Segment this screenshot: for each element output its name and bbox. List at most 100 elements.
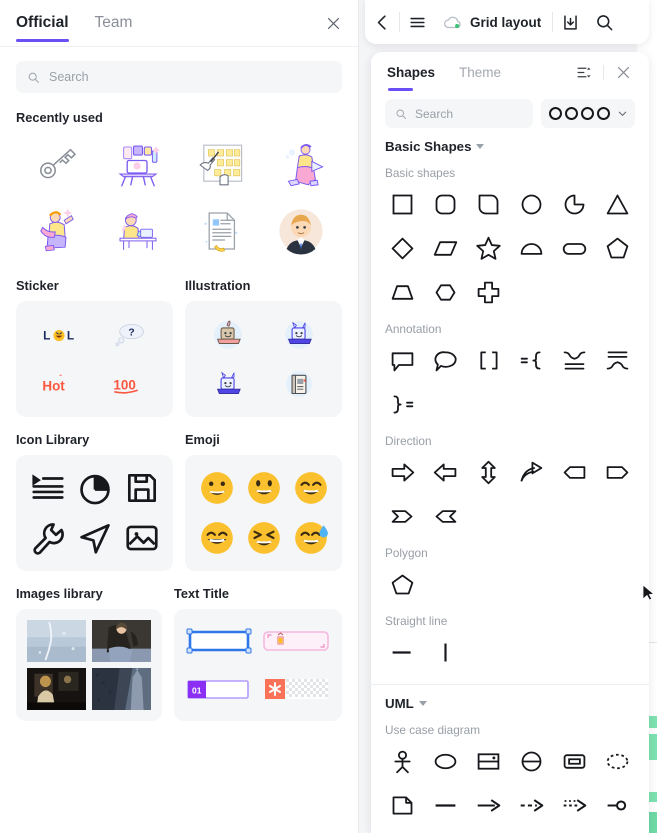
stroke-style-selector[interactable] <box>541 99 635 128</box>
shape-pie-arc[interactable] <box>553 182 596 226</box>
shape-chevron-arrow-left[interactable] <box>424 494 467 538</box>
hot-sticker[interactable]: Hot <box>25 360 94 408</box>
shape-uml-arrow[interactable] <box>467 783 510 827</box>
section-title-text-title: Text Title <box>174 586 229 601</box>
library-search-input[interactable]: Search <box>16 61 342 93</box>
shape-uml-dotted-arrow[interactable] <box>553 783 596 827</box>
shape-semicircle[interactable] <box>510 226 553 270</box>
shape-arrow-bidirectional[interactable] <box>467 450 510 494</box>
close-icon[interactable] <box>613 63 633 83</box>
document-page-illustration[interactable] <box>179 199 261 263</box>
shape-right-brace[interactable] <box>381 382 424 426</box>
shape-half-rounded-square[interactable] <box>467 182 510 226</box>
numbered-01-textbox[interactable]: 01 <box>183 666 257 712</box>
tab-team[interactable]: Team <box>95 0 133 47</box>
shape-brace-up[interactable] <box>596 338 639 382</box>
city-tower-photo[interactable] <box>90 666 153 712</box>
robot-laptop-blue[interactable] <box>265 310 334 358</box>
shapes-search-input[interactable]: Search <box>385 99 533 128</box>
sweat-smile[interactable] <box>288 514 333 562</box>
shape-curved-arrow[interactable] <box>510 450 553 494</box>
key-illustration[interactable] <box>16 133 98 197</box>
robot-laptop-beige[interactable] <box>194 310 263 358</box>
image-picture-icon[interactable] <box>119 514 164 562</box>
shape-pentagon-polygon[interactable] <box>381 562 424 606</box>
search-icon[interactable] <box>587 5 621 39</box>
frozen-texture-photo[interactable] <box>25 618 88 664</box>
shape-rounded-square[interactable] <box>424 182 467 226</box>
close-icon[interactable] <box>322 12 344 34</box>
tab-theme[interactable]: Theme <box>459 52 501 93</box>
person-with-laptop-illustration[interactable] <box>261 133 343 197</box>
shape-star[interactable] <box>467 226 510 270</box>
shape-square-brackets[interactable] <box>467 338 510 382</box>
workstation-desk-illustration[interactable] <box>98 133 180 197</box>
smiling-closed-eyes[interactable] <box>288 464 333 512</box>
shape-square-speech-bubble[interactable] <box>381 338 424 382</box>
book-icon-blue[interactable] <box>265 360 334 408</box>
shape-uml-dashed-ellipse[interactable] <box>596 739 639 783</box>
shape-arrow-right[interactable] <box>381 450 424 494</box>
shape-square[interactable] <box>381 182 424 226</box>
shape-pentagon[interactable] <box>596 226 639 270</box>
woman-portrait-photo[interactable] <box>90 618 153 664</box>
shape-brace-down[interactable] <box>553 338 596 382</box>
tab-shapes[interactable]: Shapes <box>387 52 435 93</box>
shape-trapezoid[interactable] <box>381 270 424 314</box>
shape-pill-oval[interactable] <box>553 226 596 270</box>
pink-corner-textbox[interactable] <box>259 618 333 664</box>
shape-uml-ellipse-divided[interactable] <box>510 739 553 783</box>
shape-uml-note[interactable] <box>381 783 424 827</box>
lol-sticker[interactable]: L L <box>25 310 94 358</box>
grinning-open-mouth[interactable] <box>241 464 286 512</box>
send-paper-plane-icon[interactable] <box>72 514 117 562</box>
hundred-points-sticker[interactable]: 100 <box>96 360 165 408</box>
shape-uml-association-line[interactable] <box>424 783 467 827</box>
group-header-basic-shapes[interactable]: Basic Shapes <box>371 128 649 158</box>
businessman-avatar-illustration[interactable] <box>261 199 343 263</box>
shape-cross-plus[interactable] <box>467 270 510 314</box>
question-thought-sticker[interactable]: ? <box>96 310 165 358</box>
shapes-scroll-area[interactable]: Search Basic Shapes Basic shapes Annotat… <box>371 93 649 833</box>
tab-official[interactable]: Official <box>16 0 69 47</box>
shape-parallelogram[interactable] <box>424 226 467 270</box>
hamburger-menu-icon[interactable] <box>400 5 434 39</box>
shape-uml-dashed-arrow[interactable] <box>510 783 553 827</box>
shape-uml-use-case-ellipse[interactable] <box>424 739 467 783</box>
shape-uml-actor[interactable] <box>381 739 424 783</box>
shape-chevron-arrow-right[interactable] <box>381 494 424 538</box>
shape-pentagon-arrow-right[interactable] <box>596 450 639 494</box>
chevron-left-icon[interactable] <box>365 5 399 39</box>
shape-round-speech-bubble[interactable] <box>424 338 467 382</box>
shape-horizontal-line[interactable] <box>381 630 424 674</box>
shape-pentagon-arrow-left[interactable] <box>553 450 596 494</box>
beaming-face[interactable] <box>194 514 239 562</box>
shape-circle[interactable] <box>510 182 553 226</box>
shape-uml-system-boundary[interactable] <box>467 739 510 783</box>
shape-diamond[interactable] <box>381 226 424 270</box>
wrench-icon[interactable] <box>25 514 70 562</box>
person-reading-book-illustration[interactable] <box>16 199 98 263</box>
group-header-uml[interactable]: UML <box>371 685 649 715</box>
sort-list-icon[interactable] <box>574 63 594 83</box>
download-icon[interactable] <box>553 5 587 39</box>
person-at-desk-illustration[interactable] <box>98 199 180 263</box>
shape-left-brace[interactable] <box>510 338 553 382</box>
shape-uml-circle-connector[interactable] <box>596 783 639 827</box>
shape-arrow-left[interactable] <box>424 450 467 494</box>
robot-laptop-purple[interactable] <box>194 360 263 408</box>
shape-triangle[interactable] <box>596 182 639 226</box>
sticky-note-wall-illustration[interactable] <box>179 133 261 197</box>
shape-hexagon[interactable] <box>424 270 467 314</box>
blue-outline-textbox[interactable] <box>183 618 257 664</box>
grinning-face[interactable] <box>194 464 239 512</box>
squinting-laugh[interactable] <box>241 514 286 562</box>
dark-interior-photo[interactable] <box>25 666 88 712</box>
shape-vertical-line[interactable] <box>424 630 467 674</box>
orange-asterisk-textbox[interactable] <box>259 666 333 712</box>
shape-uml-rounded-box[interactable] <box>553 739 596 783</box>
pie-chart-icon[interactable] <box>72 464 117 512</box>
indent-list-icon[interactable] <box>25 464 70 512</box>
save-disk-icon[interactable] <box>119 464 164 512</box>
document-title-area[interactable]: Grid layout <box>434 14 552 31</box>
